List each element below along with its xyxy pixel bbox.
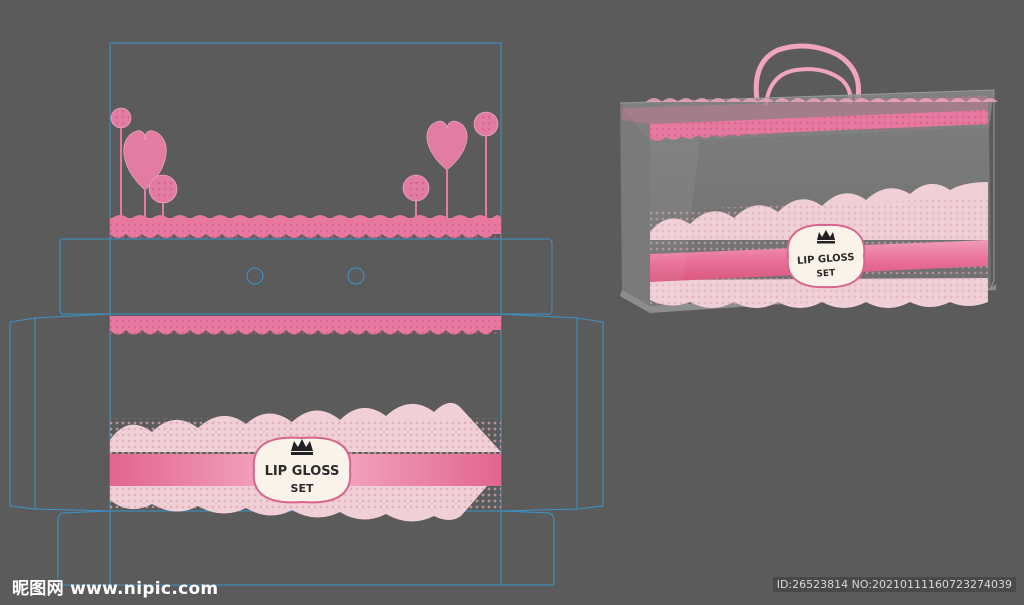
watermark-brand-name: 昵图网 — [12, 579, 64, 599]
lace-tree-cluster-right — [402, 111, 499, 222]
label-subtitle-front: SET — [291, 482, 314, 495]
dieline-top-panel — [109, 238, 502, 315]
box-mockup: LIP GLOSS SET — [619, 43, 998, 313]
bag-handle — [753, 43, 862, 103]
packaging-design-canvas: LIP GLOSS SET LIP GLOSS SET — [9, 42, 998, 586]
watermark-id: ID:26523814 NO:20210111160723274039 — [772, 577, 1016, 592]
dieline-right-side-flap — [500, 313, 604, 512]
lip-gloss-label-box: LIP GLOSS SET — [786, 223, 866, 289]
pink-lace-border-front — [110, 316, 501, 338]
lace-tree-cluster-left — [110, 107, 178, 222]
punch-hole-icon — [246, 267, 264, 285]
pink-lace-border-back — [110, 215, 501, 239]
dieline-left-side-flap — [9, 313, 111, 512]
lip-gloss-label-front: LIP GLOSS SET — [252, 436, 352, 504]
label-subtitle-box: SET — [816, 268, 836, 279]
watermark-url: www.nipic.com — [70, 579, 219, 599]
label-title-front: LIP GLOSS — [265, 464, 340, 479]
watermark-brand: 昵图网 www.nipic.com — [12, 574, 218, 599]
punch-hole-icon — [347, 267, 365, 285]
dieline-top-flap — [59, 238, 553, 315]
